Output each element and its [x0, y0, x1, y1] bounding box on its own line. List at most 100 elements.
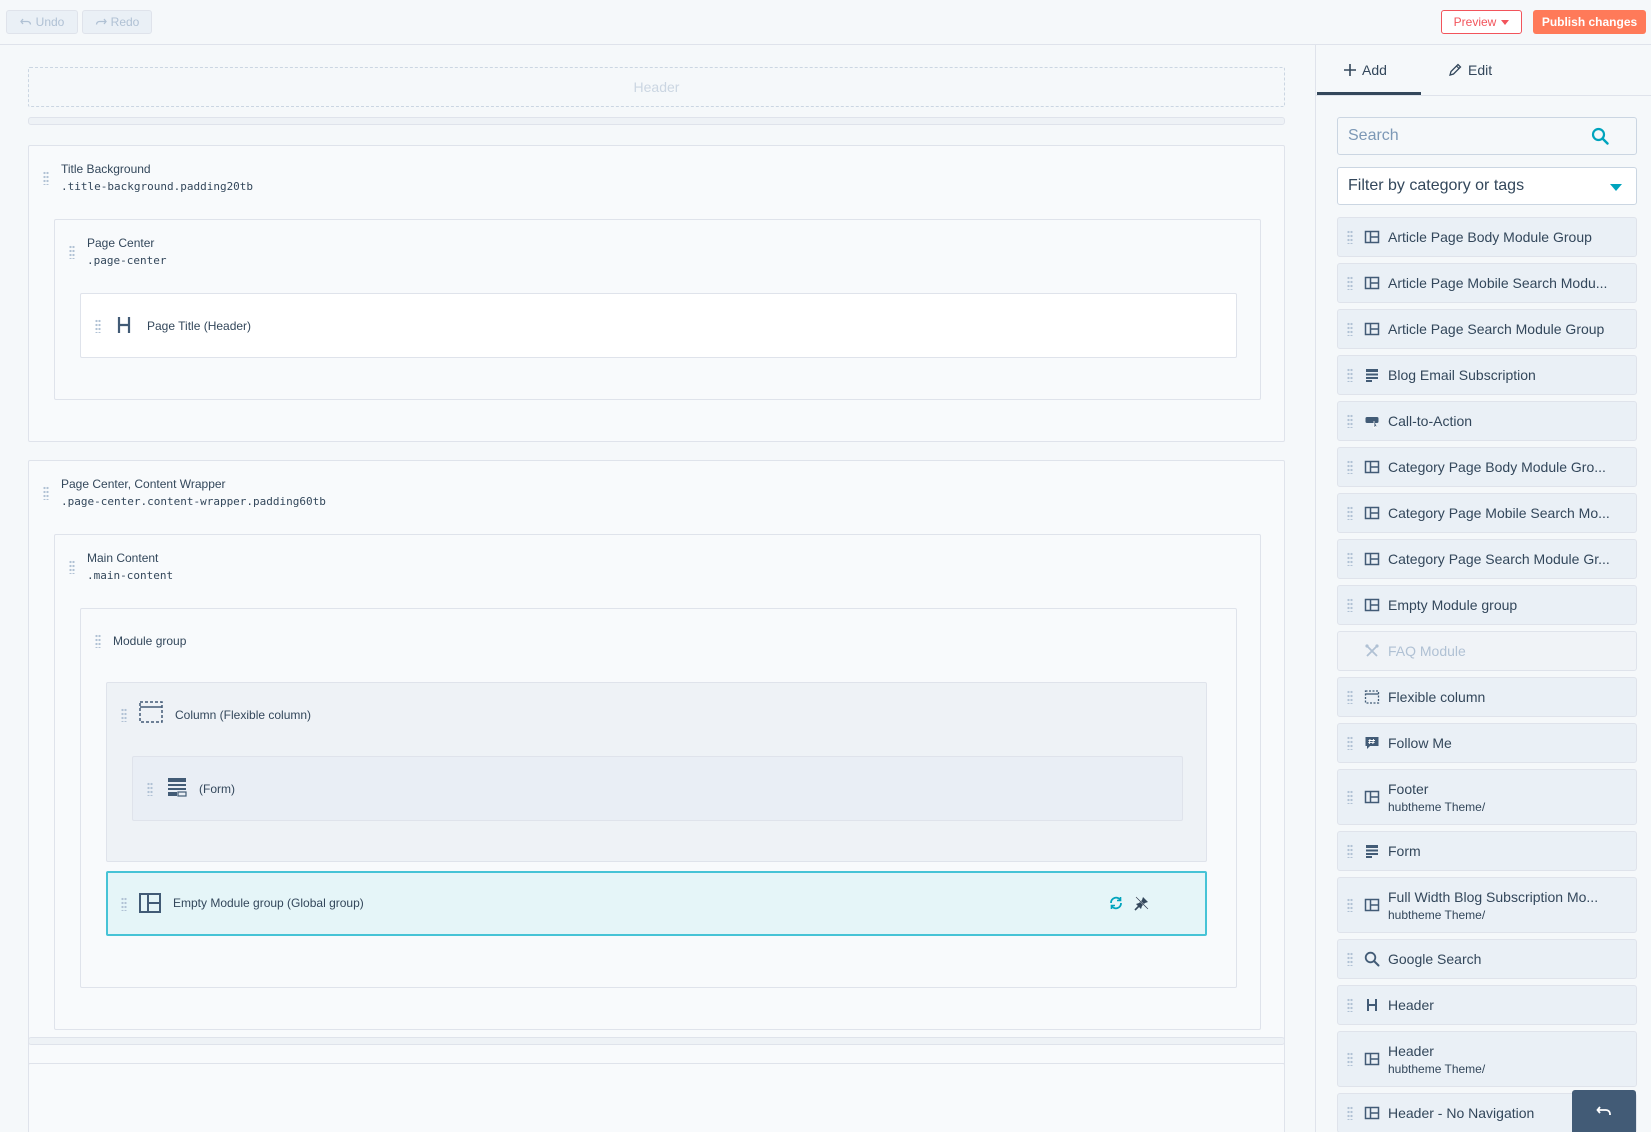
- module-name: Header: [1388, 997, 1434, 1013]
- heading-icon: [1364, 997, 1380, 1013]
- drag-handle-icon[interactable]: [121, 708, 127, 722]
- drag-handle-icon[interactable]: [121, 897, 127, 911]
- module-page-title[interactable]: Page Title (Header): [80, 293, 1237, 358]
- header-placeholder[interactable]: Header: [28, 67, 1285, 107]
- search-icon: [1364, 951, 1380, 967]
- tab-edit-label: Edit: [1468, 62, 1493, 78]
- column-flexible[interactable]: Column (Flexible column) (Form): [106, 682, 1207, 862]
- drag-handle-icon[interactable]: [1347, 844, 1353, 858]
- row-page-center[interactable]: Page Center .page-center Page Title (Hea…: [54, 219, 1261, 400]
- row-main-content[interactable]: Main Content .main-content Module group …: [54, 534, 1261, 1030]
- form-icon: [1364, 843, 1380, 859]
- drag-handle-icon[interactable]: [1347, 506, 1353, 520]
- sync-icon[interactable]: [1108, 895, 1124, 911]
- module-list-item[interactable]: Header hubtheme Theme/: [1337, 1031, 1637, 1087]
- row-content-wrapper[interactable]: Page Center, Content Wrapper .page-cente…: [28, 460, 1285, 1080]
- module-name: Category Page Search Module Gr...: [1388, 551, 1610, 567]
- module-source: hubtheme Theme/: [1388, 799, 1486, 814]
- module-group-icon: [1364, 897, 1380, 913]
- row-label: Page Center: [87, 236, 155, 250]
- drag-handle-icon[interactable]: [1347, 276, 1353, 290]
- module-label: (Form): [199, 782, 235, 796]
- module-list-item[interactable]: Header: [1337, 985, 1637, 1025]
- preview-button[interactable]: Preview: [1441, 10, 1522, 34]
- module-list-item[interactable]: Article Page Mobile Search Modu...: [1337, 263, 1637, 303]
- module-group-icon: [1364, 1051, 1380, 1067]
- row-footer-section[interactable]: [28, 1063, 1285, 1132]
- drag-handle-icon[interactable]: [1347, 952, 1353, 966]
- drag-handle-icon[interactable]: [1347, 598, 1353, 612]
- module-list-item[interactable]: Full Width Blog Subscription Mo... hubthe…: [1337, 877, 1637, 933]
- drag-handle-icon[interactable]: [1347, 898, 1353, 912]
- drag-handle-icon[interactable]: [43, 171, 49, 185]
- module-name: Flexible column: [1388, 689, 1486, 705]
- module-empty-global-group[interactable]: Empty Module group (Global group): [106, 871, 1207, 936]
- drag-handle-icon[interactable]: [1347, 230, 1353, 244]
- drag-handle-icon[interactable]: [95, 319, 101, 333]
- module-form[interactable]: (Form): [132, 756, 1183, 821]
- module-list-item[interactable]: Call-to-Action: [1337, 401, 1637, 441]
- module-group-icon: [1364, 505, 1380, 521]
- module-list-item[interactable]: Category Page Body Module Gro...: [1337, 447, 1637, 487]
- drag-handle-icon[interactable]: [1347, 322, 1353, 336]
- tab-add-label: Add: [1362, 62, 1387, 78]
- drag-handle-icon[interactable]: [1347, 368, 1353, 382]
- form-icon: [168, 778, 187, 797]
- tab-edit[interactable]: Edit: [1448, 59, 1492, 81]
- category-filter-select[interactable]: Filter by category or tags: [1337, 167, 1637, 205]
- unpin-icon[interactable]: [1134, 895, 1150, 911]
- module-list-item[interactable]: Footer hubtheme Theme/: [1337, 769, 1637, 825]
- module-list-item[interactable]: Blog Email Subscription: [1337, 355, 1637, 395]
- module-list-item[interactable]: Article Page Search Module Group: [1337, 309, 1637, 349]
- module-list-item[interactable]: Category Page Search Module Gr...: [1337, 539, 1637, 579]
- column-icon: [139, 701, 163, 723]
- redo-button[interactable]: Redo: [82, 10, 152, 34]
- redo-icon: [95, 18, 107, 25]
- section-divider: [28, 117, 1285, 125]
- module-list-item[interactable]: Follow Me: [1337, 723, 1637, 763]
- drag-handle-icon[interactable]: [95, 634, 101, 648]
- drag-handle-icon[interactable]: [1347, 790, 1353, 804]
- row-label: Page Center, Content Wrapper: [61, 477, 226, 491]
- drag-handle-icon[interactable]: [1347, 690, 1353, 704]
- row-title-background[interactable]: Title Background .title-background.paddi…: [28, 145, 1285, 442]
- drag-handle-icon[interactable]: [1347, 414, 1353, 428]
- undo-arrow-icon: [1596, 1106, 1611, 1115]
- module-name: FAQ Module: [1388, 643, 1466, 659]
- undo-button[interactable]: Undo: [6, 10, 78, 34]
- drag-handle-icon[interactable]: [1347, 998, 1353, 1012]
- drag-handle-icon[interactable]: [69, 560, 75, 574]
- publish-changes-button[interactable]: Publish changes: [1533, 10, 1646, 34]
- drag-handle-icon[interactable]: [147, 782, 153, 796]
- module-name: Follow Me: [1388, 735, 1452, 751]
- drag-handle-icon[interactable]: [43, 486, 49, 500]
- module-list-item[interactable]: Article Page Body Module Group: [1337, 217, 1637, 257]
- drag-handle-icon[interactable]: [1347, 1052, 1353, 1066]
- drag-handle-icon[interactable]: [1347, 736, 1353, 750]
- module-group-label: Module group: [113, 634, 187, 648]
- module-list-item[interactable]: Category Page Mobile Search Mo...: [1337, 493, 1637, 533]
- row-label: Main Content: [87, 551, 159, 565]
- drag-handle-icon[interactable]: [1347, 552, 1353, 566]
- module-name: Article Page Body Module Group: [1388, 229, 1592, 245]
- module-list-item[interactable]: Google Search: [1337, 939, 1637, 979]
- module-name: Blog Email Subscription: [1388, 367, 1536, 383]
- collapse-panel-button[interactable]: [1572, 1090, 1636, 1132]
- module-list-item[interactable]: Form: [1337, 831, 1637, 871]
- module-list: Article Page Body Module Group Article Pa…: [1337, 217, 1637, 1132]
- chevron-down-icon: [1610, 184, 1622, 191]
- module-group-icon: [1364, 551, 1380, 567]
- module-list-item[interactable]: Empty Module group: [1337, 585, 1637, 625]
- drag-handle-icon[interactable]: [1347, 460, 1353, 474]
- module-list-item[interactable]: Flexible column: [1337, 677, 1637, 717]
- column-label: Column (Flexible column): [175, 708, 312, 722]
- drag-handle-icon[interactable]: [1347, 1106, 1353, 1120]
- drag-handle-icon[interactable]: [69, 245, 75, 259]
- module-list-item: FAQ Module: [1337, 631, 1637, 671]
- heading-icon: [117, 317, 131, 333]
- tab-add[interactable]: Add: [1344, 59, 1387, 81]
- search-icon[interactable]: [1591, 127, 1609, 145]
- editor-toolbar: Undo Redo Preview Publish changes: [0, 0, 1651, 45]
- module-group[interactable]: Module group Column (Flexible column) (F…: [80, 608, 1237, 988]
- tab-divider: [1316, 95, 1651, 96]
